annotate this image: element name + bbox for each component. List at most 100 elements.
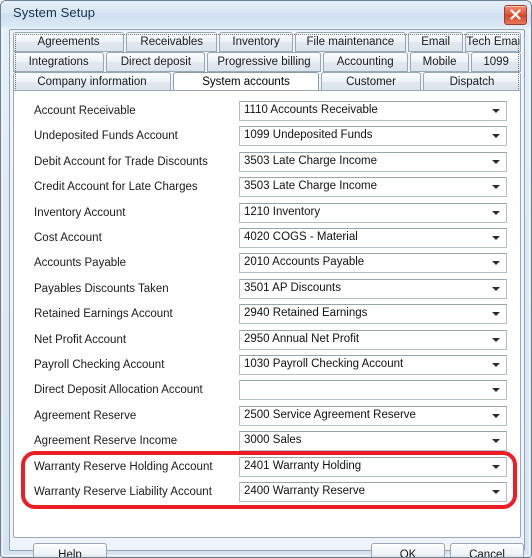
combo-payroll-checking-account[interactable]: 1030 Payroll Checking Account xyxy=(239,355,507,375)
combo-value-agreement-reserve-income: 3000 Sales xyxy=(244,434,302,447)
tab-label: Integrations xyxy=(28,56,89,68)
combo-retained-earnings-account[interactable]: 2940 Retained Earnings xyxy=(239,304,507,325)
tab-inventory[interactable]: Inventory xyxy=(219,32,293,52)
chevron-down-icon[interactable] xyxy=(492,363,500,367)
combo-inventory-account[interactable]: 1210 Inventory xyxy=(239,202,507,223)
label-credit-account-for-late-charges: Credit Account for Late Charges xyxy=(34,181,198,194)
tab-label: Email xyxy=(421,36,451,48)
combo-direct-deposit-allocation-account[interactable] xyxy=(239,380,507,401)
tab-dispatch[interactable]: Dispatch xyxy=(423,72,521,92)
cancel-button[interactable]: Cancel xyxy=(450,543,524,557)
window-title: System Setup xyxy=(13,5,96,20)
form-row-undeposited-funds-account: Undeposited Funds Account 1099 Undeposite… xyxy=(14,125,520,150)
tab-label: Receivables xyxy=(140,36,204,48)
combo-account-receivable[interactable]: 1110 Accounts Receivable xyxy=(239,101,507,121)
tab-label: Company information xyxy=(37,76,147,88)
tab-row-3: Company information System accounts Custom… xyxy=(13,34,521,92)
label-payables-discounts-taken: Payables Discounts Taken xyxy=(34,282,169,295)
tab-integrations[interactable]: Integrations xyxy=(13,52,105,72)
form-row-account-receivable: Account Receivable 1110 Accounts Receivab… xyxy=(14,100,520,125)
combo-value-payroll-checking-account: 1030 Payroll Checking Account xyxy=(244,358,404,370)
combo-undeposited-funds-account[interactable]: 1099 Undeposited Funds xyxy=(239,126,507,147)
label-inventory-account: Inventory Account xyxy=(34,206,126,219)
form-row-agreement-reserve-income: Agreement Reserve Income 3000 Sales xyxy=(14,430,520,455)
tab-file-maintenance[interactable]: File maintenance xyxy=(294,32,406,52)
combo-value-debit-account-for-trade-discounts: 3503 Late Charge Income xyxy=(244,154,377,167)
chevron-down-icon[interactable] xyxy=(492,388,500,393)
tab-label: Tech Emails xyxy=(466,36,521,48)
form-row-direct-deposit-allocation-account: Direct Deposit Allocation Account xyxy=(14,379,520,404)
form-row-credit-account-for-late-charges: Credit Account for Late Charges 3503 Late… xyxy=(14,176,520,201)
tab-strip: Agreements Receivables Inventory File maint… xyxy=(13,32,521,92)
tab-customer[interactable]: Customer xyxy=(321,72,421,92)
tab-label: File maintenance xyxy=(306,36,395,48)
combo-value-agreement-reserve: 2500 Service Agreement Reserve xyxy=(244,408,416,421)
combo-net-profit-account[interactable]: 2950 Annual Net Profit xyxy=(239,329,507,350)
chevron-down-icon[interactable] xyxy=(492,490,500,494)
chevron-down-icon[interactable] xyxy=(492,185,500,190)
combo-debit-account-for-trade-discounts[interactable]: 3503 Late Charge Income xyxy=(239,151,507,172)
combo-value-inventory-account: 1210 Inventory xyxy=(244,205,321,218)
chevron-down-icon[interactable] xyxy=(492,236,500,240)
tab-receivables[interactable]: Receivables xyxy=(126,32,218,52)
chevron-down-icon[interactable] xyxy=(492,159,500,164)
combo-cost-account[interactable]: 4020 COGS - Material xyxy=(239,228,507,248)
chevron-down-icon[interactable] xyxy=(492,261,500,266)
tab-email[interactable]: Email xyxy=(407,32,464,52)
system-setup-window: System Setup Agreements Receivables Invent… xyxy=(0,0,532,558)
chevron-down-icon[interactable] xyxy=(492,134,500,139)
tab-row-1: Agreements Receivables Inventory File maint… xyxy=(13,32,521,52)
chevron-down-icon[interactable] xyxy=(492,464,500,469)
form-row-warranty-reserve-liability-account: Warranty Reserve Liability Account 2400 W… xyxy=(14,481,520,506)
chevron-down-icon[interactable] xyxy=(492,286,500,291)
chevron-down-icon[interactable] xyxy=(492,312,500,317)
combo-value-undeposited-funds-account: 1099 Undeposited Funds xyxy=(244,129,373,142)
tab-progressive-billing[interactable]: Progressive billing xyxy=(207,52,321,72)
label-agreement-reserve: Agreement Reserve xyxy=(34,409,137,422)
label-account-receivable: Account Receivable xyxy=(34,105,136,117)
combo-payables-discounts-taken[interactable]: 3501 AP Discounts xyxy=(239,278,507,299)
label-payroll-checking-account: Payroll Checking Account xyxy=(34,359,165,371)
tab-1099[interactable]: 1099 xyxy=(471,52,521,72)
tab-tech-emails[interactable]: Tech Emails xyxy=(465,32,521,52)
help-button[interactable]: Help xyxy=(33,543,107,557)
chevron-down-icon[interactable] xyxy=(492,413,500,418)
combo-value-payables-discounts-taken: 3501 AP Discounts xyxy=(244,281,341,294)
form-row-retained-earnings-account: Retained Earnings Account 2940 Retained E… xyxy=(14,303,520,328)
tab-label: 1099 xyxy=(483,56,509,68)
tab-label: Mobile xyxy=(422,56,457,68)
label-retained-earnings-account: Retained Earnings Account xyxy=(34,308,173,321)
combo-accounts-payable[interactable]: 2010 Accounts Payable xyxy=(239,253,507,274)
combo-value-warranty-reserve-liability-account: 2400 Warranty Reserve xyxy=(244,485,366,497)
dialog-footer: Help OK Cancel xyxy=(13,540,524,557)
label-warranty-reserve-holding-account: Warranty Reserve Holding Account xyxy=(34,460,213,473)
chevron-down-icon[interactable] xyxy=(492,210,500,215)
chevron-down-icon[interactable] xyxy=(492,439,500,444)
tab-accounting[interactable]: Accounting xyxy=(322,52,408,72)
combo-warranty-reserve-holding-account[interactable]: 2401 Warranty Holding xyxy=(239,456,507,477)
chevron-down-icon[interactable] xyxy=(492,337,500,342)
tab-system-accounts[interactable]: System accounts xyxy=(15,34,519,92)
label-agreement-reserve-income: Agreement Reserve Income xyxy=(34,435,178,448)
title-bar[interactable]: System Setup xyxy=(1,1,531,27)
ok-button[interactable]: OK xyxy=(371,543,445,557)
form-row-agreement-reserve: Agreement Reserve 2500 Service Agreement … xyxy=(14,405,520,430)
tab-mobile[interactable]: Mobile xyxy=(409,52,470,72)
combo-value-net-profit-account: 2950 Annual Net Profit xyxy=(244,332,360,345)
label-direct-deposit-allocation-account: Direct Deposit Allocation Account xyxy=(34,384,203,397)
tab-label: Direct deposit xyxy=(120,56,192,68)
tab-label: Accounting xyxy=(336,56,394,68)
tab-label: Agreements xyxy=(37,36,100,48)
tab-direct-deposit[interactable]: Direct deposit xyxy=(106,52,206,72)
combo-value-warranty-reserve-holding-account: 2401 Warranty Holding xyxy=(244,459,362,472)
combo-warranty-reserve-liability-account[interactable]: 2400 Warranty Reserve xyxy=(239,482,507,502)
tab-company-information[interactable]: Company information xyxy=(13,72,171,92)
combo-value-retained-earnings-account: 2940 Retained Earnings xyxy=(244,307,368,320)
combo-value-account-receivable: 1110 Accounts Receivable xyxy=(244,104,378,116)
close-icon[interactable] xyxy=(504,5,527,25)
chevron-down-icon[interactable] xyxy=(492,109,500,113)
combo-agreement-reserve-income[interactable]: 3000 Sales xyxy=(239,431,507,452)
combo-agreement-reserve[interactable]: 2500 Service Agreement Reserve xyxy=(239,405,507,426)
tab-agreements[interactable]: Agreements xyxy=(13,32,125,52)
combo-credit-account-for-late-charges[interactable]: 3503 Late Charge Income xyxy=(239,177,507,198)
